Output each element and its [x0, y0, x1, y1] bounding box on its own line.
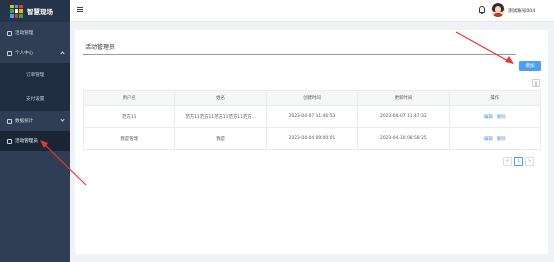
avatar[interactable] [491, 3, 505, 17]
sidebar-item-personal[interactable]: 个人中心 [0, 43, 70, 63]
bell-icon[interactable] [479, 6, 485, 15]
next-page-button[interactable]: > [525, 157, 534, 166]
sidebar-item-admins[interactable]: 活动管理员 [0, 131, 70, 151]
chevron-up-icon [60, 51, 65, 56]
menu-toggle-icon[interactable] [77, 7, 83, 12]
document-icon [7, 30, 12, 36]
pagination: < 1 > [503, 157, 534, 166]
logo-icon [10, 4, 23, 18]
sidebar-item-label: 活动管理 [15, 31, 34, 36]
delete-link[interactable]: 删除 [497, 137, 506, 142]
sidebar-item-activity[interactable]: 活动管理 [0, 23, 70, 43]
cell-name: 我是 [174, 127, 267, 150]
table-header-row: 用户名 姓名 创建时间 更新时间 操作 [82, 90, 542, 106]
edit-link[interactable]: 编辑 [484, 137, 493, 142]
table-row: 范方11 范方11范方11范方11范方11范方... 2023-04-07 11… [82, 105, 542, 128]
admin-table: 用户名 姓名 创建时间 更新时间 操作 范方11 范方11范方11范方11范方1… [82, 90, 542, 150]
sidebar-item-stats[interactable]: 数据统计 [0, 111, 70, 131]
cell-created: 2023-04-04 09:00:01 [265, 127, 359, 150]
column-header-actions: 操作 [448, 90, 542, 106]
app-title: 智慧现场 [27, 8, 53, 16]
sidebar-item-payment[interactable]: 支付设置 [0, 87, 70, 111]
prev-page-button[interactable]: < [503, 157, 512, 166]
page-title: 活动管理员 [85, 44, 116, 51]
column-header-updated: 更新时间 [357, 90, 450, 106]
chart-icon [7, 118, 12, 124]
page-button-current[interactable]: 1 [514, 157, 523, 166]
table-row: 我是管理 我是 2023-04-04 09:00:01 2023-04-10 0… [82, 127, 542, 150]
column-header-created: 创建时间 [265, 90, 359, 106]
delete-link[interactable]: 删除 [497, 115, 506, 120]
cell-username: 范方11 [82, 105, 176, 128]
cell-updated: 2023-04-10 08:58:25 [357, 127, 450, 150]
sidebar-item-label: 个人中心 [15, 51, 34, 56]
user-card-icon [7, 50, 12, 56]
title-divider [83, 54, 516, 55]
main-panel: 活动管理员 增加 ‖ 用户名 姓名 创建时间 更新时间 操作 范方11 范方11… [75, 30, 548, 254]
column-header-name: 姓名 [174, 90, 267, 106]
add-button[interactable]: 增加 [519, 61, 541, 71]
username[interactable]: 测试账号004 [508, 8, 535, 14]
cell-username: 我是管理 [82, 127, 176, 150]
cell-name: 范方11范方11范方11范方11范方... [174, 105, 267, 128]
top-header: 测试账号004 [70, 0, 554, 22]
chevron-down-icon [60, 117, 65, 122]
cell-actions: 编辑 删除 [448, 127, 542, 150]
column-header-username: 用户名 [82, 90, 176, 106]
sidebar-item-label: 数据统计 [15, 119, 34, 124]
cell-actions: 编辑 删除 [448, 105, 542, 128]
sidebar-item-label: 支付设置 [26, 97, 45, 102]
edit-link[interactable]: 编辑 [484, 115, 493, 120]
columns-toggle-icon[interactable]: ‖ [532, 79, 540, 87]
cell-updated: 2023-04-07 11:47:32 [357, 105, 450, 128]
sidebar-item-label: 活动管理员 [15, 139, 38, 144]
app-logo[interactable]: 智慧现场 [0, 0, 70, 22]
sidebar-item-orders[interactable]: 订单管理 [0, 63, 70, 87]
admin-icon [7, 138, 12, 144]
sidebar-item-label: 订单管理 [26, 73, 45, 78]
submenu-personal: 订单管理 支付设置 [0, 63, 70, 111]
sidebar: 智慧现场 活动管理 个人中心 订单管理 支付设置 数据统计 活动管理员 [0, 0, 70, 262]
cell-created: 2023-04-07 11:46:53 [265, 105, 359, 128]
